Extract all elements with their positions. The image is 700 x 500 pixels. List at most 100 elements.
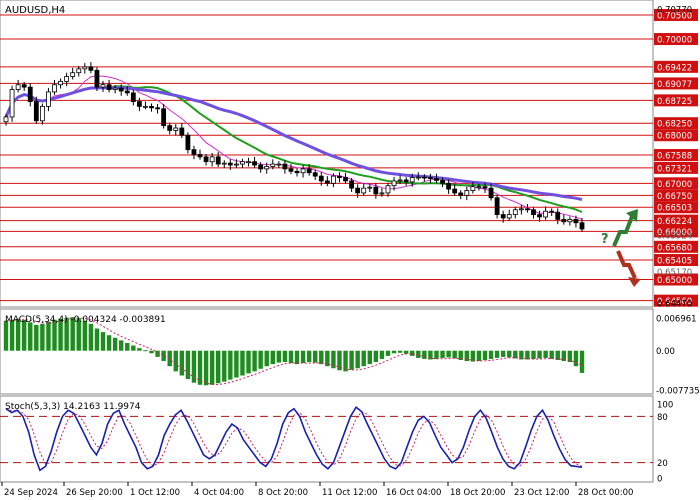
price-level-label: 0.67000 [657,180,692,190]
candle-body [197,154,203,158]
macd-bar [246,350,251,374]
macd-bar [494,350,500,358]
chart-background [0,0,700,500]
macd-axis-tick: 0.006961 [656,315,697,325]
candle-body [233,163,239,166]
candle-body [415,176,421,179]
candle-body [88,66,94,71]
macd-title: MACD(5,34,4) -0.004324 -0.003891 [5,315,166,325]
macd-bar [531,350,536,359]
candle-body [500,214,506,219]
macd-bar [112,337,118,351]
macd-bar [34,324,39,351]
stoch-axis-tick: 80 [657,413,668,423]
candle-body [64,76,70,82]
macd-bar [94,328,100,351]
candle-body [82,66,88,70]
candle-body [3,116,9,123]
macd-bar [143,350,148,352]
macd-axis-tick: 0.00 [656,347,675,357]
macd-bar [440,350,445,358]
candle-body [397,179,403,182]
candle-body [512,209,518,215]
macd-bar [282,350,288,363]
price-level-label: 0.66503 [657,204,692,214]
candle-body [561,218,567,223]
candle-body [440,180,445,184]
macd-bar [276,350,282,363]
macd-bar [579,350,585,373]
macd-bar [573,350,579,367]
candle-body [58,80,63,86]
macd-bar [403,350,409,354]
macd-bar [446,350,451,358]
candle-body [118,87,124,92]
macd-bar [106,335,112,351]
macd-bar [155,350,160,357]
macd-bar [258,350,263,369]
candle-body [112,87,118,90]
macd-bar [216,350,221,384]
macd-bar [434,350,439,359]
time-tick-label: 28 Oct 00:00 [578,488,633,498]
candle-body [70,72,76,77]
macd-bar [179,350,185,376]
stoch-axis-tick: 20 [657,459,668,469]
macd-bar [40,323,45,351]
macd-bar [125,342,130,351]
candle-body [203,156,209,163]
stoch-axis-tick: 0 [657,475,662,485]
price-level-label: 0.69422 [657,63,692,73]
price-axis-label: 0.65170 [657,268,692,278]
macd-bar [549,350,554,359]
candle-body [379,192,385,195]
candle-body [361,187,367,194]
macd-bar [82,320,88,351]
candle-body [464,190,470,196]
macd-bar [543,350,548,358]
price-axis-tick: 0.64470 [657,300,692,310]
macd-bar [3,320,9,351]
candle-body [349,180,355,189]
candle-body [270,163,276,167]
candle-body [106,84,112,90]
candle-body [221,162,227,165]
macd-bar [507,350,512,358]
macd-bar [476,350,482,362]
candle-body [331,175,336,184]
macd-bar [355,350,360,369]
candle-body [312,172,318,177]
candle-body [300,168,306,174]
candle-body [428,177,433,179]
macd-bar [88,323,94,351]
candle-body [173,127,179,131]
candle-body [391,180,397,187]
candle-body [434,178,439,181]
price-level-label: 0.66750 [657,192,692,202]
price-level-label: 0.67588 [657,152,692,162]
stoch-axis-tick: 100 [657,401,673,411]
candle-body [52,84,57,93]
candle-body [470,186,476,191]
candle-body [124,90,130,94]
macd-bar [270,350,275,365]
time-tick-label: 16 Oct 04:00 [386,488,441,498]
candle-body [288,168,294,172]
macd-bar [306,350,312,363]
candle-body [149,105,154,109]
time-tick-label: 8 Oct 20:00 [258,488,308,498]
time-tick-label: 23 Oct 12:00 [514,488,569,498]
candle-body [39,105,45,122]
question-mark-label: ? [601,232,609,247]
macd-bar [343,350,348,372]
candle-body [185,134,191,151]
candle-body [76,68,82,74]
time-tick-label: 11 Oct 12:00 [322,488,377,498]
macd-bar [385,350,391,356]
candle-body [33,101,39,122]
price-level-label: 0.68250 [657,120,692,130]
candle-body [452,188,458,194]
macd-bar [234,350,239,378]
price-axis-label: 0.65924 [657,232,692,242]
time-tick-label: 18 Oct 20:00 [450,488,505,498]
